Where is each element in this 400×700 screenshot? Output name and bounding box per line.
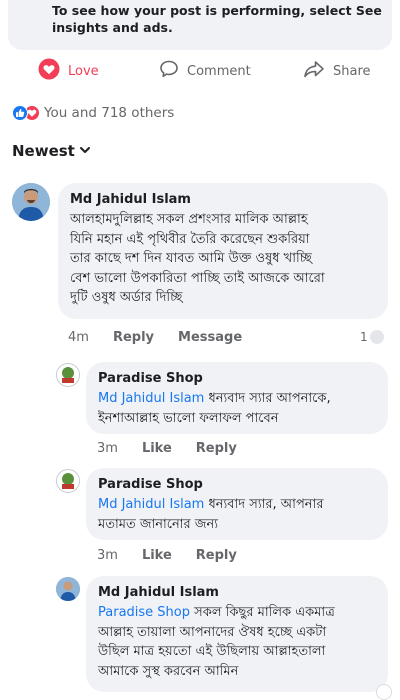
comment-sort-dropdown[interactable]: Newest [12, 142, 91, 160]
comment-meta: 4m Reply Message [68, 330, 266, 345]
reaction-icon[interactable] [376, 684, 392, 700]
comment-meta: 3m Like Reply [97, 548, 261, 563]
comment-text-line: আলহামদুলিল্লাহ সকল প্রশংসার মালিক আল্লাহ [70, 212, 308, 227]
share-label: Share [333, 63, 371, 79]
comment-text-line: যিনি মহান এই পৃথিবীর তৈরি করেছেন শুকরিয়… [70, 231, 310, 247]
comment-bubble: Md Jahidul Islam আলহামদুলিল্লাহ সকল প্রশ… [58, 183, 388, 319]
comment-time: 3m [97, 548, 118, 563]
comment-author[interactable]: Paradise Shop [98, 476, 376, 493]
comment-text-line: আমাকে সুস্থ করবেন আমিন [98, 663, 239, 679]
comment-bubble: Paradise Shop Md Jahidul Islam ধন্যবাদ স… [86, 362, 388, 434]
share-button[interactable]: Share [303, 60, 371, 82]
reaction-icon [369, 330, 384, 344]
reply-button[interactable]: Reply [196, 548, 237, 563]
comment-reaction-count[interactable]: 1 [360, 330, 384, 344]
comment-author[interactable]: Paradise Shop [98, 370, 376, 387]
comment-author[interactable]: Md Jahidul Islam [98, 584, 376, 601]
like-button[interactable]: Like [142, 441, 172, 456]
love-label: Love [68, 63, 99, 79]
reply-button[interactable]: Reply [196, 441, 237, 456]
message-button[interactable]: Message [178, 330, 242, 345]
comment-text-line: দুটি ওষুধ অর্ডার দিচ্ছি [70, 290, 183, 305]
share-icon [303, 59, 325, 83]
comment-label: Comment [187, 63, 251, 79]
insights-text: To see how your post is performing, sele… [52, 3, 382, 35]
reaction-count-text: 1 [360, 330, 368, 344]
comment-time: 4m [68, 330, 89, 345]
reply-button[interactable]: Reply [113, 330, 154, 345]
comment-text-line: বেশ ভালো উপকারিতা পাচ্ছি তাই আজকে আরো [70, 270, 325, 286]
comment-text-line: তার কাছে দশ দিন যাবত আমি উক্ত ওষুধ খাচ্ছ… [70, 251, 312, 266]
post-action-bar: Love Comment Share [0, 52, 400, 92]
comment-text: সকল কিছুর মালিক একমাত্র [190, 605, 335, 620]
sort-label: Newest [12, 142, 75, 160]
comment-text-line: মতামত জানানোর জন্য [98, 516, 218, 532]
avatar[interactable] [56, 577, 80, 601]
comment-text-line: Paradise Shop সকল কিছুর মালিক একমাত্র [98, 603, 376, 623]
mention-link[interactable]: Paradise Shop [98, 605, 190, 620]
comment-text-line: Md Jahidul Islam ধন্যবাদ স্যার, আপনার [98, 495, 376, 515]
chevron-down-icon [75, 142, 91, 160]
comment-text-line: ইনশাআল্লাহ ভালো ফলাফল পাবেন [98, 410, 279, 426]
like-reaction-icon [12, 105, 28, 121]
comment-meta: 3m Like Reply [97, 441, 261, 456]
comment-text-line: উছিল মাত্র হয়তো এই উছিলায় আল্লাহতালা [98, 644, 326, 659]
reactions-summary[interactable]: You and 718 others [12, 102, 174, 124]
like-button[interactable]: Like [142, 548, 172, 563]
comment-text: ধন্যবাদ স্যার আপনাকে, [204, 391, 331, 406]
comment-author[interactable]: Md Jahidul Islam [70, 191, 376, 208]
avatar[interactable] [56, 363, 80, 387]
heart-icon [38, 58, 60, 84]
love-button[interactable]: Love [38, 58, 99, 84]
comment-icon [159, 59, 179, 83]
comment-bubble: Paradise Shop Md Jahidul Islam ধন্যবাদ স… [86, 468, 388, 540]
avatar[interactable] [56, 469, 80, 493]
comment-button[interactable]: Comment [159, 60, 251, 82]
comment-bubble: Md Jahidul Islam Paradise Shop সকল কিছুর… [86, 576, 388, 692]
comment-text-line: Md Jahidul Islam ধন্যবাদ স্যার আপনাকে, [98, 389, 376, 409]
mention-link[interactable]: Md Jahidul Islam [98, 391, 204, 406]
comment-text: ধন্যবাদ স্যার, আপনার [204, 497, 324, 512]
mention-link[interactable]: Md Jahidul Islam [98, 497, 204, 512]
comment-text-line: আল্লাহ তায়ালা আপনাদের ঔষধ হচ্ছে একটা [98, 624, 327, 640]
avatar[interactable] [12, 183, 50, 221]
reactions-summary-text: You and 718 others [44, 105, 175, 121]
comment-time: 3m [97, 441, 118, 456]
insights-card: To see how your post is performing, sele… [8, 0, 392, 50]
